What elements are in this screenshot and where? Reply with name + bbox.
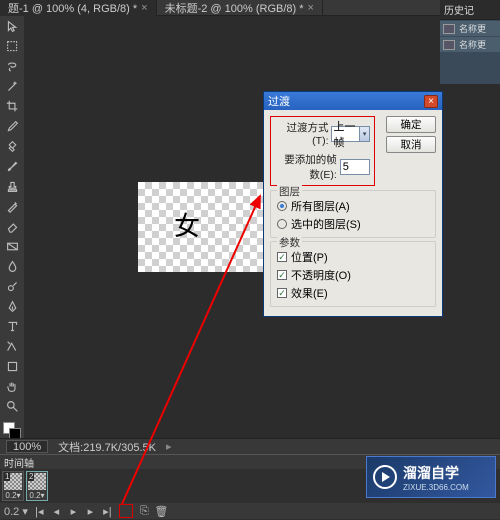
method-select[interactable]: 上一帧▾ bbox=[331, 126, 370, 142]
position-checkbox[interactable]: 位置(P) bbox=[277, 249, 429, 265]
tween-button-highlight[interactable] bbox=[119, 504, 133, 518]
blur-tool[interactable] bbox=[3, 258, 21, 274]
path-tool[interactable] bbox=[3, 338, 21, 354]
lasso-tool[interactable] bbox=[3, 58, 21, 74]
layer-icon bbox=[443, 24, 455, 34]
doc-tab-1[interactable]: 题-1 @ 100% (4, RGB/8) * × bbox=[0, 0, 157, 17]
hand-tool[interactable] bbox=[3, 378, 21, 394]
all-layers-radio[interactable]: 所有图层(A) bbox=[277, 198, 429, 214]
history-panel: 历史记 名称更 名称更 bbox=[440, 0, 500, 84]
play-icon[interactable]: ▸ bbox=[68, 506, 79, 517]
eyedropper-tool[interactable] bbox=[3, 118, 21, 134]
timeline-controls: 0.2 ▾ |◂ ◂ ▸ ▸ ▸| ⎘ 🗑 bbox=[0, 503, 500, 519]
tab-label: 未标题-2 @ 100% (RGB/8) * bbox=[165, 0, 304, 16]
type-tool[interactable] bbox=[3, 318, 21, 334]
close-icon[interactable]: × bbox=[424, 95, 438, 108]
effects-checkbox[interactable]: 效果(E) bbox=[277, 285, 429, 301]
history-item[interactable] bbox=[440, 52, 500, 68]
wm-sub: ZIXUE.3D66.COM bbox=[403, 483, 469, 492]
fieldset-legend: 参数 bbox=[277, 235, 302, 250]
loop-select[interactable]: 0.2 ▾ bbox=[4, 505, 28, 518]
radio-icon bbox=[277, 219, 287, 229]
history-item[interactable]: 名称更 bbox=[440, 36, 500, 52]
prev-frame-icon[interactable]: ◂ bbox=[51, 506, 62, 517]
wm-title: 溜溜自学 bbox=[403, 463, 469, 483]
layer-icon bbox=[443, 40, 455, 50]
layers-fieldset: 图层 所有图层(A) 选中的图层(S) bbox=[270, 190, 436, 238]
dialog-titlebar[interactable]: 过渡 × bbox=[264, 92, 442, 110]
checkbox-icon bbox=[277, 252, 287, 262]
eraser-tool[interactable] bbox=[3, 218, 21, 234]
dodge-tool[interactable] bbox=[3, 278, 21, 294]
zoom-tool[interactable] bbox=[3, 398, 21, 414]
crop-tool[interactable] bbox=[3, 98, 21, 114]
selected-layers-radio[interactable]: 选中的图层(S) bbox=[277, 216, 429, 232]
doc-tab-2[interactable]: 未标题-2 @ 100% (RGB/8) * × bbox=[157, 0, 323, 17]
panel-header[interactable]: 历史记 bbox=[440, 0, 500, 20]
history-item[interactable] bbox=[440, 68, 500, 84]
frames-label: 要添加的帧数(E): bbox=[275, 152, 337, 182]
params-fieldset: 参数 位置(P) 不透明度(O) 效果(E) bbox=[270, 241, 436, 307]
radio-icon bbox=[277, 201, 287, 211]
pen-tool[interactable] bbox=[3, 298, 21, 314]
frame-2[interactable]: 20.2▾ bbox=[26, 471, 48, 501]
tab-label: 题-1 @ 100% (4, RGB/8) * bbox=[8, 0, 137, 16]
last-frame-icon[interactable]: ▸| bbox=[102, 506, 113, 517]
move-tool[interactable] bbox=[3, 18, 21, 34]
marquee-tool[interactable] bbox=[3, 38, 21, 54]
shape-tool[interactable] bbox=[3, 358, 21, 374]
delete-frame-icon[interactable]: 🗑 bbox=[156, 506, 167, 517]
dialog-buttons: 确定 取消 bbox=[386, 116, 436, 156]
history-item[interactable]: 名称更 bbox=[440, 20, 500, 36]
next-frame-icon[interactable]: ▸ bbox=[85, 506, 96, 517]
dialog-title: 过渡 bbox=[268, 93, 290, 109]
opacity-checkbox[interactable]: 不透明度(O) bbox=[277, 267, 429, 283]
document-tabs: 题-1 @ 100% (4, RGB/8) * × 未标题-2 @ 100% (R… bbox=[0, 0, 500, 16]
first-frame-icon[interactable]: |◂ bbox=[34, 506, 45, 517]
frames-input[interactable]: 5 bbox=[340, 159, 370, 175]
checkbox-icon bbox=[277, 288, 287, 298]
play-icon bbox=[373, 465, 397, 489]
gradient-tool[interactable] bbox=[3, 238, 21, 254]
fieldset-legend: 图层 bbox=[277, 184, 302, 199]
zoom-level[interactable]: 100% bbox=[6, 440, 48, 453]
cancel-button[interactable]: 取消 bbox=[386, 136, 436, 153]
method-label: 过渡方式(T): bbox=[275, 120, 328, 147]
frame-1[interactable]: 10.2▾ bbox=[2, 471, 24, 501]
duplicate-frame-icon[interactable]: ⎘ bbox=[139, 506, 150, 517]
brush-tool[interactable] bbox=[3, 158, 21, 174]
close-icon[interactable]: × bbox=[141, 2, 147, 14]
stamp-tool[interactable] bbox=[3, 178, 21, 194]
status-bar: 100% 文档:219.7K/305.5K ▸ bbox=[0, 438, 500, 454]
ok-button[interactable]: 确定 bbox=[386, 116, 436, 133]
watermark: 溜溜自学 ZIXUE.3D66.COM bbox=[366, 456, 496, 498]
canvas-text: 女 bbox=[174, 206, 200, 243]
checkbox-icon bbox=[277, 270, 287, 280]
history-brush-tool[interactable] bbox=[3, 198, 21, 214]
highlight-box: 过渡方式(T): 上一帧▾ 要添加的帧数(E): 5 bbox=[270, 116, 375, 186]
tween-dialog: 过渡 × 过渡方式(T): 上一帧▾ 要添加的帧数(E): 5 确定 取消 图层… bbox=[263, 91, 443, 317]
close-icon[interactable]: × bbox=[308, 2, 314, 14]
doc-size: 文档:219.7K/305.5K bbox=[58, 439, 156, 455]
heal-tool[interactable] bbox=[3, 138, 21, 154]
chevron-down-icon: ▾ bbox=[359, 127, 369, 141]
wand-tool[interactable] bbox=[3, 78, 21, 94]
